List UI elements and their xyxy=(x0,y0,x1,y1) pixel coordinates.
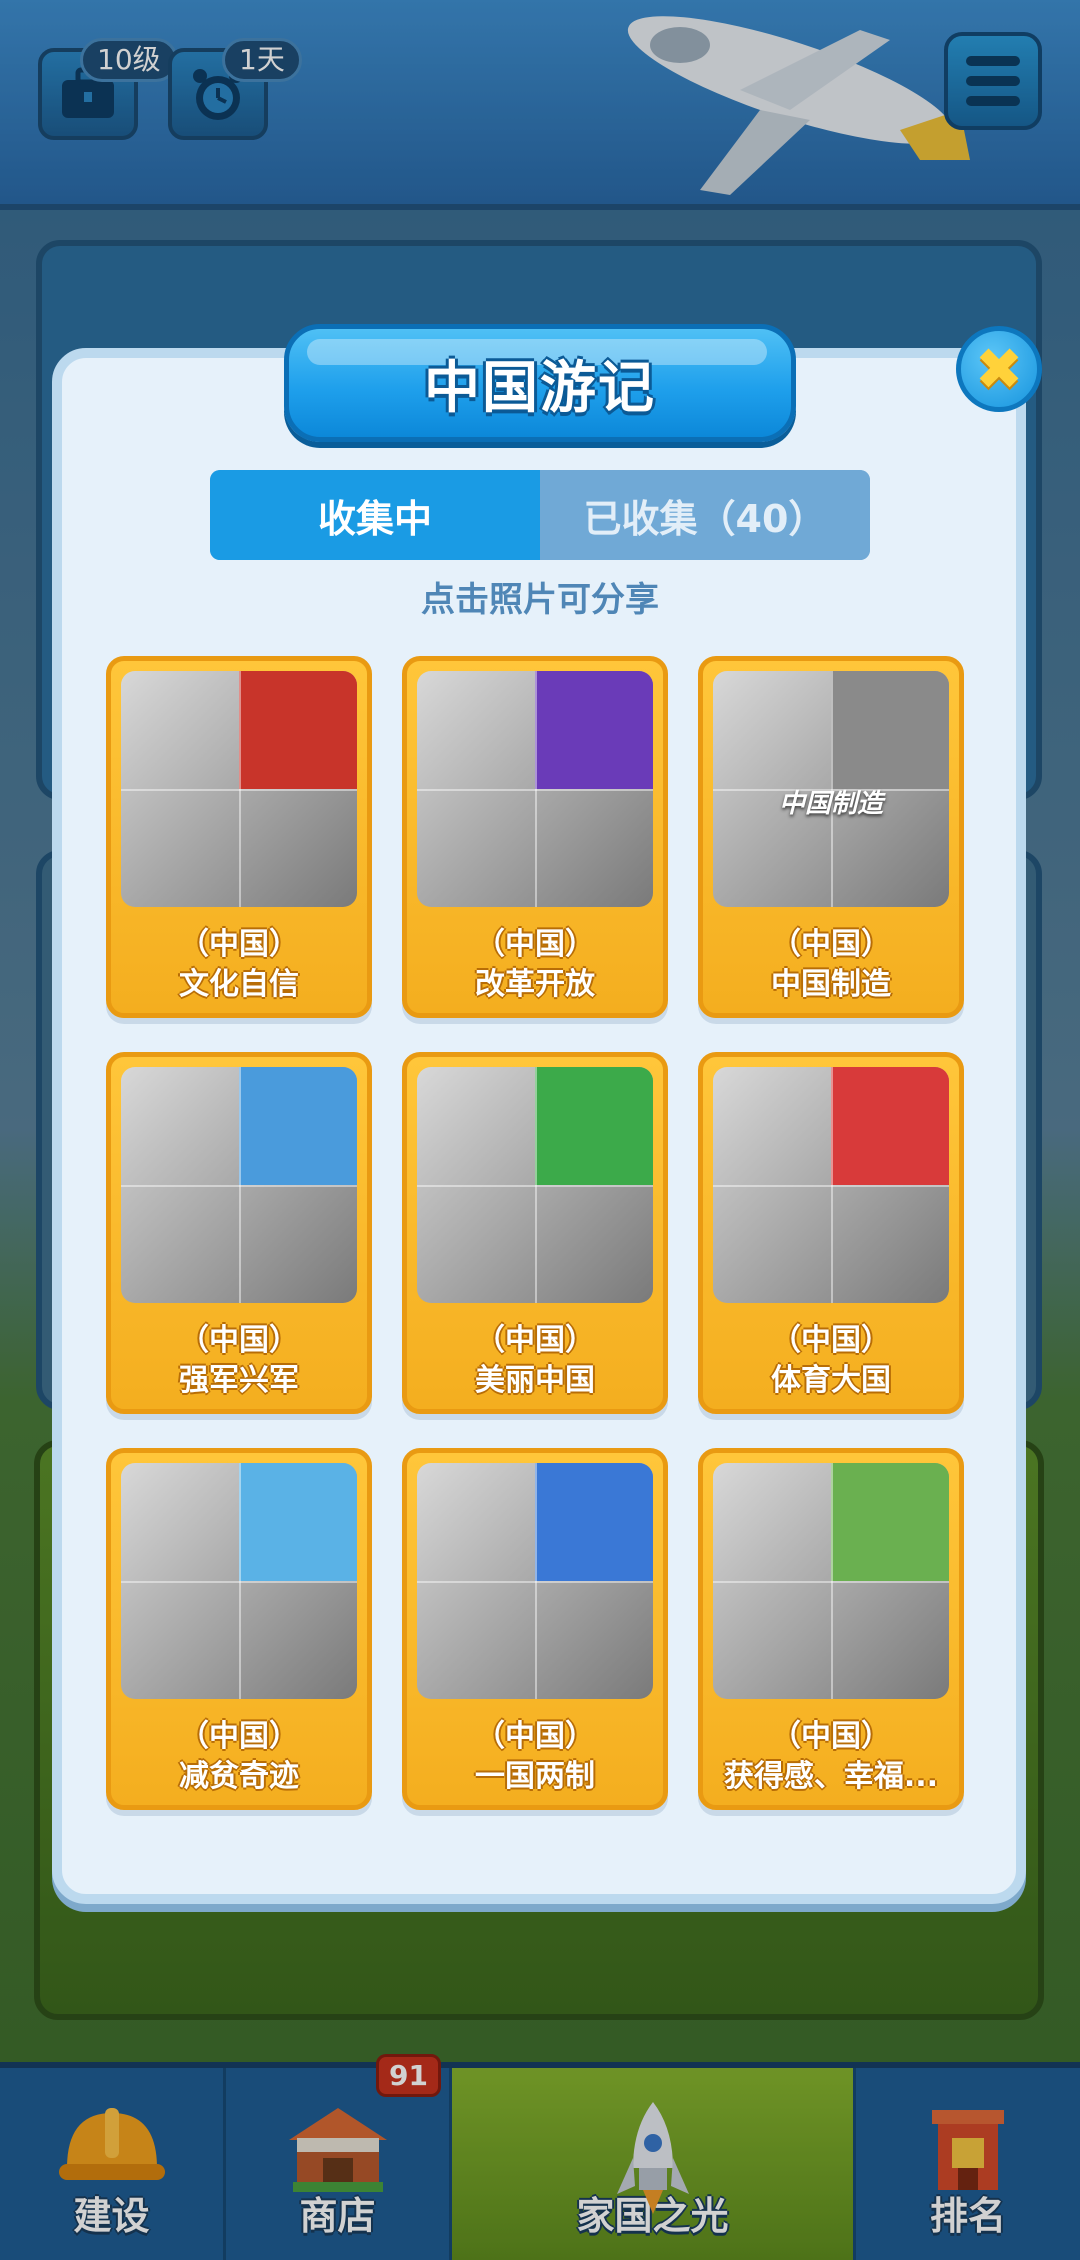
card-region: （中国） xyxy=(771,1323,891,1358)
card-photo[interactable] xyxy=(417,1067,653,1303)
colored-puzzle-piece xyxy=(831,1463,949,1581)
card-photo[interactable] xyxy=(713,1067,949,1303)
colored-puzzle-piece xyxy=(831,1067,949,1185)
modal-title-banner: 中国游记 xyxy=(284,324,796,442)
collection-tabs: 收集中 已收集（40） xyxy=(210,470,870,560)
card-region: （中国） xyxy=(475,1323,595,1358)
colored-puzzle-piece xyxy=(239,671,357,789)
colored-puzzle-piece xyxy=(239,1463,357,1581)
card-name: 体育大国 xyxy=(771,1363,891,1398)
photo-card[interactable]: （中国） 美丽中国 xyxy=(402,1052,668,1414)
card-photo[interactable] xyxy=(713,1463,949,1699)
photo-card[interactable]: （中国） 一国两制 xyxy=(402,1448,668,1810)
card-name: 改革开放 xyxy=(475,967,595,1002)
card-region: （中国） xyxy=(179,927,299,962)
card-name: 一国两制 xyxy=(475,1759,595,1794)
photo-card-grid: （中国） 文化自信 （中国） 改革开放 中国制造 （中国） 中国制造 （中国） … xyxy=(106,656,974,1810)
card-name: 强军兴军 xyxy=(179,1363,299,1398)
colored-puzzle-piece xyxy=(535,1463,653,1581)
card-region: （中国） xyxy=(771,1719,891,1754)
close-icon: ✖ xyxy=(974,335,1024,403)
photo-card[interactable]: （中国） 获得感、幸福... xyxy=(698,1448,964,1810)
card-name: 美丽中国 xyxy=(475,1363,595,1398)
photo-card[interactable]: （中国） 改革开放 xyxy=(402,656,668,1018)
card-name: 文化自信 xyxy=(179,967,299,1002)
photo-card[interactable]: （中国） 文化自信 xyxy=(106,656,372,1018)
colored-puzzle-piece xyxy=(831,671,949,789)
close-button[interactable]: ✖ xyxy=(956,326,1042,412)
photo-card[interactable]: 中国制造 （中国） 中国制造 xyxy=(698,656,964,1018)
tab-collected[interactable]: 已收集（40） xyxy=(540,470,870,560)
card-region: （中国） xyxy=(771,927,891,962)
card-region: （中国） xyxy=(475,927,595,962)
card-region: （中国） xyxy=(179,1323,299,1358)
share-hint: 点击照片可分享 xyxy=(421,580,659,620)
tab-collecting[interactable]: 收集中 xyxy=(210,470,540,560)
card-name: 中国制造 xyxy=(771,967,891,1002)
modal-title: 中国游记 xyxy=(424,355,656,421)
card-region: （中国） xyxy=(475,1719,595,1754)
colored-puzzle-piece xyxy=(239,1067,357,1185)
card-photo[interactable] xyxy=(121,1463,357,1699)
card-photo[interactable]: 中国制造 xyxy=(713,671,949,907)
card-name: 减贫奇迹 xyxy=(179,1759,299,1794)
photo-card[interactable]: （中国） 减贫奇迹 xyxy=(106,1448,372,1810)
card-photo[interactable] xyxy=(417,671,653,907)
card-photo[interactable] xyxy=(121,1067,357,1303)
photo-overlay-text: 中国制造 xyxy=(778,789,883,819)
photo-card[interactable]: （中国） 体育大国 xyxy=(698,1052,964,1414)
card-name: 获得感、幸福... xyxy=(723,1759,939,1794)
card-photo[interactable] xyxy=(417,1463,653,1699)
colored-puzzle-piece xyxy=(535,1067,653,1185)
photo-card[interactable]: （中国） 强军兴军 xyxy=(106,1052,372,1414)
card-photo[interactable] xyxy=(121,671,357,907)
card-region: （中国） xyxy=(179,1719,299,1754)
colored-puzzle-piece xyxy=(535,671,653,789)
